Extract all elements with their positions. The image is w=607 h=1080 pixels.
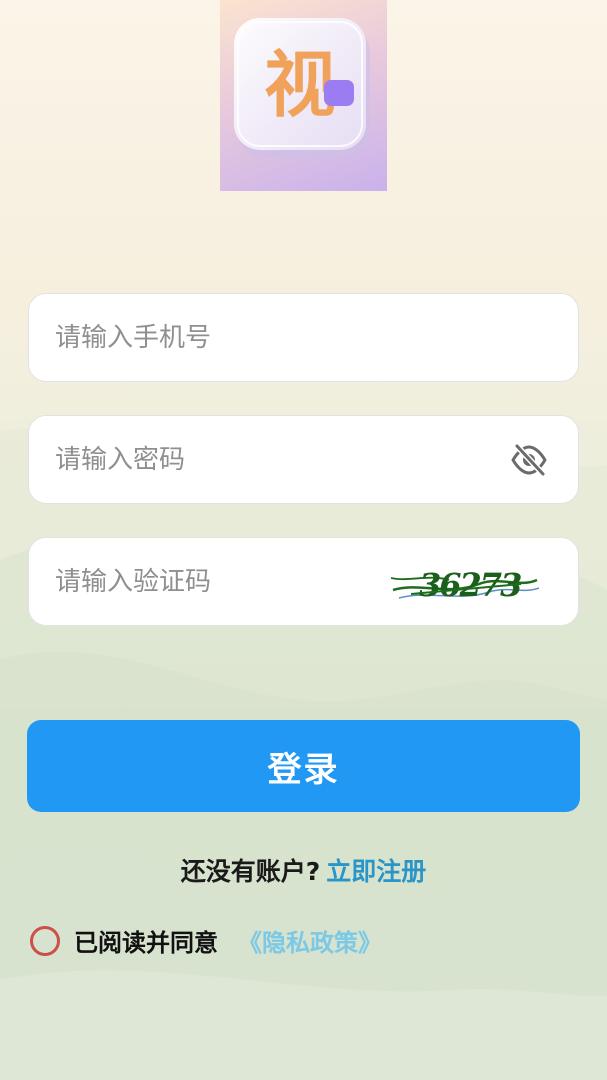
captcha-image[interactable]: 36273 — [389, 554, 539, 610]
signup-link[interactable]: 立即注册 — [326, 857, 426, 886]
agreement-text: 已阅读并同意 — [74, 929, 218, 957]
eye-off-icon[interactable] — [510, 443, 548, 477]
privacy-policy-link[interactable]: 《隐私政策》 — [238, 923, 382, 958]
phone-field[interactable] — [28, 293, 579, 382]
app-logo-graphic: 视 — [234, 18, 370, 158]
captcha-field[interactable]: 36273 — [28, 537, 579, 626]
app-logo: 视 — [220, 0, 387, 191]
password-input[interactable] — [53, 416, 387, 504]
login-screen: 视 36273 登录 还没有账户?立即注册 已阅读并同意 《隐私政策》 — [0, 0, 607, 1080]
phone-input[interactable] — [53, 294, 387, 382]
signup-question: 还没有账户? — [180, 857, 321, 886]
password-field[interactable] — [28, 415, 579, 504]
radio-circle-icon[interactable] — [30, 926, 60, 956]
login-button[interactable]: 登录 — [27, 720, 580, 812]
signup-row: 还没有账户? 立即注册 — [0, 852, 607, 888]
captcha-input[interactable] — [53, 538, 387, 626]
